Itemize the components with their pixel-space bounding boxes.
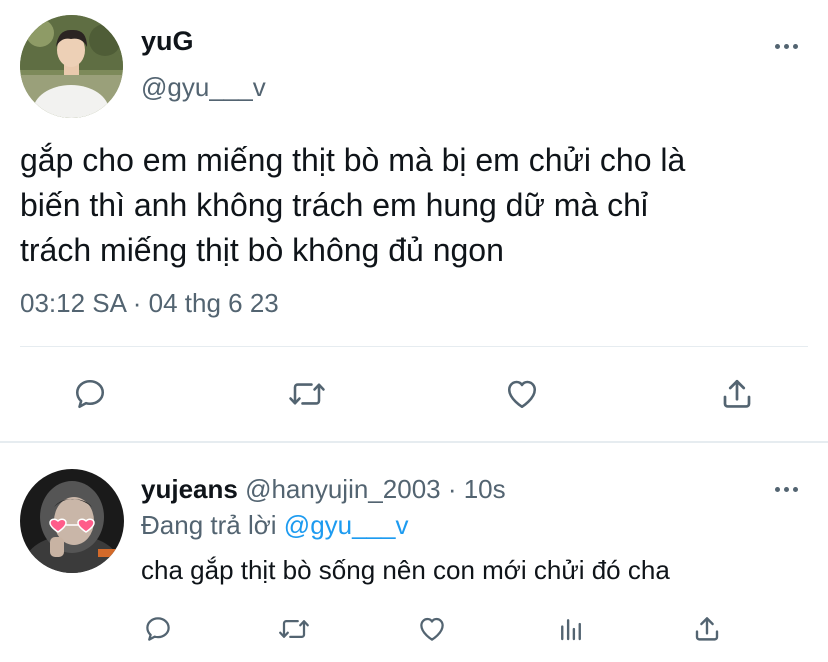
reply-meta[interactable]: @hanyujin_2003 · 10s [245,474,506,504]
author-avatar[interactable] [20,15,123,118]
tweet-text-line: trách miếng thịt bò không đủ ngon [20,232,504,268]
like-button[interactable] [501,374,543,414]
author-handle[interactable]: @gyu___v [141,72,266,103]
reply-icon [75,379,105,409]
reply-author-name[interactable]: yujeans [141,474,238,504]
reply-reply-button[interactable] [141,612,175,646]
reply-avatar-photo [20,469,124,573]
tweet-text: gắp cho em miếng thịt bò mà bị em chửi c… [20,138,685,273]
reply-header: yujeans @hanyujin_2003 · 10s [141,474,506,505]
reply-share-button[interactable] [690,612,724,646]
share-button[interactable] [717,374,757,414]
reply-views-button[interactable] [554,612,588,646]
author-name[interactable]: yuG [141,26,194,57]
more-options-icon[interactable] [775,44,798,49]
reply-like-button[interactable] [415,612,449,646]
retweet-icon [289,383,325,405]
avatar-photo [20,15,123,118]
like-icon [507,380,537,409]
reply-icon [146,617,170,641]
divider [20,346,808,347]
like-icon [420,617,444,641]
section-divider [0,441,828,443]
tweet-timestamp[interactable]: 03:12 SA · 04 thg 6 23 [20,288,279,319]
reply-more-options-icon[interactable] [775,487,798,492]
replying-to-handle[interactable]: @gyu___v [284,510,409,540]
tweet-text-line: biến thì anh không trách em hung dữ mà c… [20,187,649,223]
replying-to-label: Đang trả lời [141,510,277,540]
share-icon [695,617,719,641]
reply-text: cha gắp thịt bò sống nên con mới chửi đó… [141,555,670,585]
views-icon [561,619,581,641]
reply-author-avatar[interactable] [20,469,124,573]
share-icon [723,379,751,408]
retweet-icon [279,620,309,638]
replying-to: Đang trả lời @gyu___v [141,510,409,541]
reply-button[interactable] [70,374,110,414]
tweet-text-line: gắp cho em miếng thịt bò mà bị em chửi c… [20,142,686,178]
retweet-button[interactable] [286,374,328,414]
reply-retweet-button[interactable] [276,612,312,646]
